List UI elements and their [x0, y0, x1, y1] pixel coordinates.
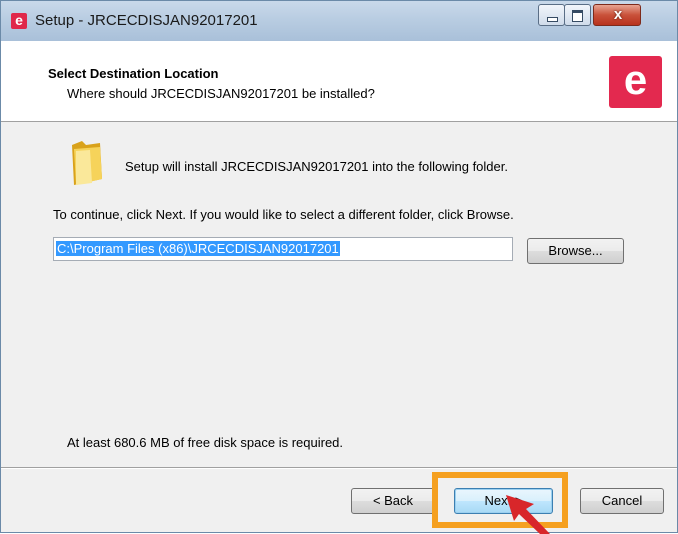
close-button[interactable]: x [593, 4, 641, 26]
footer-divider [1, 467, 677, 469]
maximize-icon [572, 10, 583, 22]
wizard-header: Select Destination Location Where should… [1, 41, 677, 122]
maximize-button[interactable] [564, 4, 591, 26]
pointer-arrow-icon [506, 495, 550, 534]
setup-window: e Setup - JRCECDISJAN92017201 x Select D… [0, 0, 678, 534]
page-subtitle: Where should JRCECDISJAN92017201 be inst… [67, 86, 375, 101]
disk-space-text: At least 680.6 MB of free disk space is … [67, 435, 344, 450]
title-bar[interactable]: e Setup - JRCECDISJAN92017201 x [1, 1, 677, 41]
folder-icon [72, 141, 102, 185]
cancel-button[interactable]: Cancel [580, 488, 664, 514]
window-title: Setup - JRCECDISJAN92017201 [35, 12, 258, 29]
minimize-icon [547, 17, 558, 22]
continue-instructions: To continue, click Next. If you would li… [53, 207, 514, 222]
browse-button[interactable]: Browse... [527, 238, 624, 264]
minimize-button[interactable] [538, 4, 565, 26]
page-title: Select Destination Location [48, 66, 219, 81]
back-button[interactable]: < Back [351, 488, 435, 514]
destination-path-input[interactable]: C:\Program Files (x86)\JRCECDISJAN920172… [53, 237, 513, 261]
app-icon: e [11, 13, 27, 29]
close-icon: x [613, 6, 623, 23]
app-logo: e [609, 56, 662, 108]
install-info-text: Setup will install JRCECDISJAN92017201 i… [125, 159, 508, 174]
destination-path-value: C:\Program Files (x86)\JRCECDISJAN920172… [56, 241, 340, 256]
